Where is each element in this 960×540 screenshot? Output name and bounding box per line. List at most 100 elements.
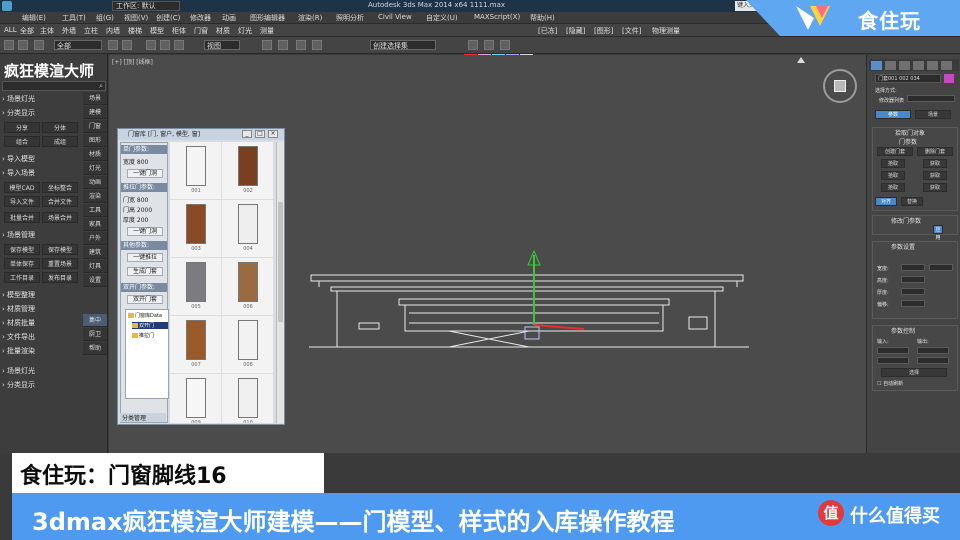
side-tab[interactable]: 家具	[83, 218, 107, 231]
filter-all[interactable]: ALL	[4, 26, 17, 34]
close-button[interactable]: ×	[268, 130, 278, 138]
door-thumbnail[interactable]: 003	[170, 200, 222, 258]
plugin-button[interactable]: 坐标整合	[42, 182, 78, 193]
param-row[interactable]: 门高 2000	[123, 205, 152, 214]
height-field[interactable]	[901, 276, 925, 283]
plugin-button[interactable]: 导入文件	[4, 196, 40, 207]
door-thumbnail[interactable]: 007	[170, 316, 222, 374]
workspace-selector[interactable]: 工作区: 默认	[112, 1, 180, 11]
section-import-model[interactable]: › 导入模型	[2, 154, 80, 164]
get-button[interactable]: 获取	[923, 171, 947, 180]
physical-measure[interactable]: 物理测量	[652, 26, 680, 36]
select-button[interactable]: 选择	[881, 368, 947, 377]
menu-civil-view[interactable]: Civil View	[378, 13, 412, 21]
plugin-button[interactable]: 保存模型	[4, 244, 40, 255]
modifier-list-dropdown[interactable]	[907, 95, 955, 102]
link-icon[interactable]	[34, 40, 44, 50]
rollout-title[interactable]: 参数设置	[891, 242, 960, 251]
side-tab[interactable]: 动画	[83, 176, 107, 189]
get-button[interactable]: 获取	[923, 159, 947, 168]
mirror-icon[interactable]	[262, 40, 272, 50]
side-tab[interactable]: 门窗	[83, 120, 107, 133]
library-tree[interactable]: 门窗库Data 双开门 推拉门	[125, 309, 169, 399]
layer-icon[interactable]	[296, 40, 306, 50]
section-material-batch[interactable]: › 材质批量	[2, 318, 80, 328]
curve-editor-icon[interactable]	[312, 40, 322, 50]
undo-icon[interactable]	[4, 40, 14, 50]
section-scene-lights-2[interactable]: › 场景灯光	[2, 366, 80, 376]
rollout-title[interactable]: 参数控制	[891, 326, 960, 335]
input-field[interactable]	[877, 347, 909, 354]
motion-tab-icon[interactable]	[913, 61, 924, 70]
filter-outer-wall[interactable]: 外墙	[62, 26, 76, 36]
filter-inner-wall[interactable]: 内墙	[106, 26, 120, 36]
named-selection-dropdown[interactable]: 创建选择集	[370, 40, 436, 50]
menu-customize[interactable]: 自定义(U)	[426, 13, 458, 23]
move-icon[interactable]	[146, 40, 156, 50]
section-model-cleanup[interactable]: › 模型整理	[2, 290, 80, 300]
double-door-trim-button[interactable]: 双开门套	[127, 295, 163, 304]
side-tab[interactable]: 建筑	[83, 246, 107, 259]
side-tab[interactable]: 户外	[83, 232, 107, 245]
menu-views[interactable]: 视图(V)	[124, 13, 148, 23]
rotate-icon[interactable]	[160, 40, 170, 50]
filter-cabinet[interactable]: 柜体	[172, 26, 186, 36]
pick-button[interactable]: 拾取	[881, 171, 905, 180]
offset-field[interactable]	[901, 300, 925, 307]
section-batch-render[interactable]: › 批量渲染	[2, 346, 80, 356]
render-setup-icon[interactable]	[484, 40, 494, 50]
redo-icon[interactable]	[18, 40, 28, 50]
shapes-toggle[interactable]: [图形]	[594, 26, 613, 36]
param-row[interactable]: 宽度 800	[123, 157, 148, 166]
select-by-name-icon[interactable]	[122, 40, 132, 50]
thickness-field[interactable]	[901, 288, 925, 295]
menu-group[interactable]: 组(G)	[96, 13, 114, 23]
plugin-button[interactable]: 组合	[4, 136, 40, 147]
ref-coord-dropdown[interactable]: 视图	[204, 40, 240, 50]
files-toggle[interactable]: [文件]	[622, 26, 641, 36]
object-color-swatch[interactable]	[944, 74, 954, 83]
door-thumbnail[interactable]: 005	[170, 258, 222, 316]
scrollbar-thumb[interactable]	[278, 202, 283, 322]
door-thumbnail[interactable]: 006	[222, 258, 274, 316]
door-thumbnail[interactable]: 004	[222, 200, 274, 258]
side-tab[interactable]: 材质	[83, 148, 107, 161]
filter-column[interactable]: 立柱	[84, 26, 98, 36]
menu-help[interactable]: 帮助(H)	[530, 13, 555, 23]
input-field-2[interactable]	[877, 357, 909, 364]
plugin-button[interactable]: 发布目录	[42, 272, 78, 283]
generate-trim-button[interactable]: 生成门套	[127, 267, 163, 276]
param-row[interactable]: 门宽 800	[123, 195, 148, 204]
plugin-button[interactable]: 分体	[42, 122, 78, 133]
params-button[interactable]: 参数	[875, 110, 911, 119]
side-tab[interactable]: 灯具	[83, 260, 107, 273]
output-field-2[interactable]	[917, 357, 949, 364]
plugin-button[interactable]: 保存模型	[42, 244, 78, 255]
frozen-toggle[interactable]: [已冻]	[538, 26, 557, 36]
material-editor-icon[interactable]	[468, 40, 478, 50]
side-tab-active[interactable]: 集中	[83, 314, 107, 327]
app-icon[interactable]	[2, 1, 12, 11]
rollout-title[interactable]: 拾取门对象	[895, 128, 960, 137]
section-scene-manage[interactable]: › 场景管理	[2, 230, 80, 240]
section-material-manage[interactable]: › 材质管理	[2, 304, 80, 314]
create-tab-icon[interactable]	[871, 61, 882, 70]
apply-button[interactable]: 应用	[933, 225, 943, 241]
door-library-window[interactable]: 门窗库 [门, 窗户, 模型, 窗] _ □ × 单门参数: 宽度 800 一键…	[117, 128, 285, 425]
maximize-button[interactable]: □	[255, 130, 265, 138]
scene-button[interactable]: 场景	[915, 110, 951, 119]
menu-graph-editors[interactable]: 图形编辑器	[250, 13, 285, 23]
side-tab[interactable]: 渲染	[83, 190, 107, 203]
filter-model[interactable]: 模型	[150, 26, 164, 36]
select-object-icon[interactable]	[108, 40, 118, 50]
hidden-toggle[interactable]: [隐藏]	[566, 26, 585, 36]
section-file-export[interactable]: › 文件导出	[2, 332, 80, 342]
door-opening-button[interactable]: 一键门洞	[127, 227, 163, 236]
section-import-scene[interactable]: › 导入场景	[2, 168, 80, 178]
param-row[interactable]: 厚度 200	[123, 215, 148, 224]
door-thumbnail[interactable]: 002	[222, 142, 274, 200]
utilities-tab-icon[interactable]	[941, 61, 952, 70]
plugin-button[interactable]: 模型CAD	[4, 182, 40, 193]
section-display-2[interactable]: › 分类显示	[2, 380, 80, 390]
hierarchy-tab-icon[interactable]	[899, 61, 910, 70]
